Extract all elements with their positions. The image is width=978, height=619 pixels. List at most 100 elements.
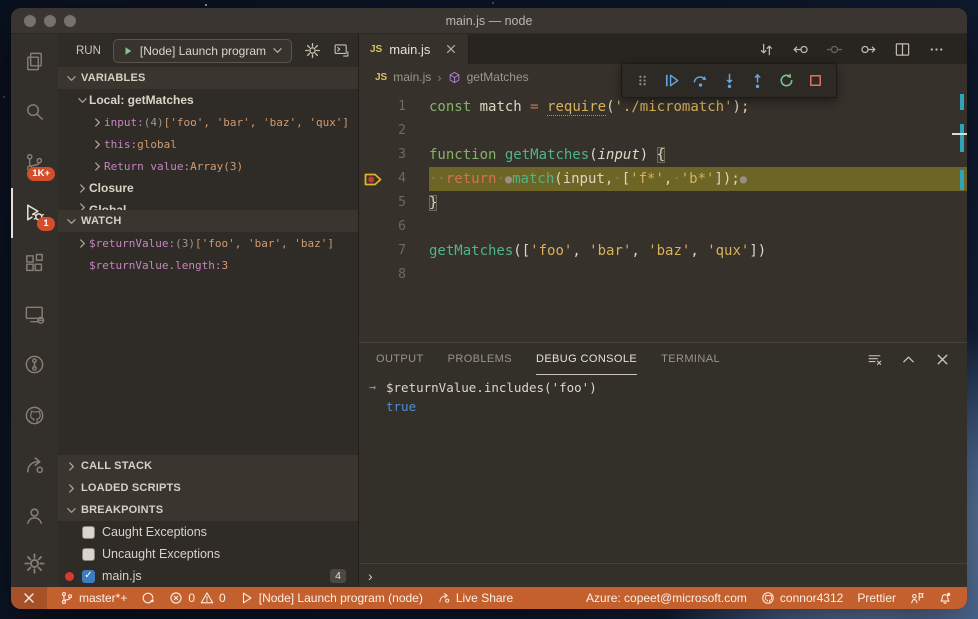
panel-tab-output[interactable]: OUTPUT <box>376 343 424 375</box>
settings-gear-icon[interactable] <box>304 42 321 59</box>
status-item-github-account[interactable]: connor4312 <box>754 587 850 609</box>
variables-tree: Local: getMatches input: (4) ['foo', 'bar… <box>58 89 358 210</box>
launch-config-dropdown[interactable]: [Node] Launch program <box>112 38 292 63</box>
restart-button[interactable] <box>778 72 795 89</box>
close-window-button[interactable] <box>24 14 36 27</box>
status-item-git-branch[interactable]: master*+ <box>53 587 134 609</box>
status-item-sync[interactable] <box>134 587 162 609</box>
run-bar: RUN [Node] Launch program <box>58 34 358 67</box>
scope-label: Local: getMatches <box>89 93 194 107</box>
variable-row[interactable]: this: global <box>58 133 358 155</box>
breakpoint-row[interactable]: Caught Exceptions <box>58 521 358 543</box>
close-icon[interactable] <box>935 352 950 367</box>
variable-row[interactable]: Global <box>58 199 358 210</box>
panel-tab-bar: OUTPUT PROBLEMS DEBUG CONSOLE TERMINAL <box>359 343 967 375</box>
split-editor-icon[interactable] <box>894 41 911 58</box>
launch-config-label: [Node] Launch program <box>139 43 266 58</box>
variable-value: 3 <box>221 258 229 272</box>
compare-changes-icon[interactable] <box>758 41 775 58</box>
line-gutter[interactable]: 5 <box>359 191 429 215</box>
breadcrumb-file[interactable]: main.js <box>393 70 431 84</box>
breadcrumb-symbol[interactable]: getMatches <box>467 70 529 84</box>
chevron-up-icon[interactable] <box>901 352 916 367</box>
zoom-window-button[interactable] <box>64 14 76 27</box>
activity-item-remote-explorer[interactable] <box>11 289 58 340</box>
current-change-icon[interactable] <box>826 41 843 58</box>
code-editor[interactable]: 1 const match = require('./micromatch'); 2… <box>359 90 967 342</box>
line-gutter[interactable]: 7 <box>359 239 429 263</box>
step-out-button[interactable] <box>749 72 766 89</box>
panel-tab-problems[interactable]: PROBLEMS <box>448 343 512 375</box>
loaded-scripts-section-header[interactable]: LOADED SCRIPTS <box>58 477 358 499</box>
previous-change-icon[interactable] <box>792 41 809 58</box>
variable-row[interactable]: Return value: Array(3) <box>58 155 358 177</box>
activity-item-extensions[interactable] <box>11 238 58 289</box>
line-gutter[interactable]: 2 <box>359 119 429 143</box>
panel-tab-debug-console[interactable]: DEBUG CONSOLE <box>535 343 638 375</box>
activity-item-search[interactable] <box>11 87 58 138</box>
watch-section-header[interactable]: WATCH <box>58 210 358 232</box>
minimize-window-button[interactable] <box>44 14 56 27</box>
clear-console-icon[interactable] <box>867 352 882 367</box>
overview-ruler-mark <box>960 94 964 110</box>
watch-expression-row[interactable]: $returnValue: (3) ['foo', 'bar', 'baz'] <box>58 232 358 254</box>
status-item-notifications[interactable] <box>931 587 959 609</box>
panel-tab-terminal[interactable]: TERMINAL <box>661 343 720 375</box>
step-into-button[interactable] <box>721 72 738 89</box>
stop-button[interactable] <box>807 72 824 89</box>
debug-console-input[interactable]: › <box>359 563 967 587</box>
status-item-live-share[interactable]: Live Share <box>430 587 520 609</box>
breakpoints-section-header[interactable]: BREAKPOINTS <box>58 499 358 521</box>
watch-expression-row[interactable]: $returnValue.length: 3 <box>58 254 358 276</box>
activity-item-gitlens[interactable] <box>11 339 58 390</box>
breakpoint-row[interactable]: Uncaught Exceptions <box>58 543 358 565</box>
checkbox-unchecked[interactable] <box>82 547 95 561</box>
next-change-icon[interactable] <box>860 41 877 58</box>
code-line: 6 <box>359 215 967 239</box>
scrollbar-slider[interactable] <box>952 133 967 135</box>
line-gutter[interactable]: 8 <box>359 263 429 287</box>
variable-row[interactable]: Closure <box>58 177 358 199</box>
console-prompt-arrow-icon: → <box>368 380 377 394</box>
variable-count: (3) <box>175 236 195 250</box>
activity-item-live-share[interactable] <box>11 441 58 492</box>
checkbox-unchecked[interactable] <box>82 525 95 539</box>
debug-console-output[interactable]: → $returnValue.includes('foo') true <box>359 375 967 563</box>
start-debug-icon[interactable] <box>123 46 133 56</box>
variables-section-header[interactable]: VARIABLES <box>58 67 358 89</box>
continue-button[interactable] <box>663 72 680 89</box>
console-input-row: → $returnValue.includes('foo') <box>359 378 967 397</box>
status-item-debug-launch[interactable]: [Node] Launch program (node) <box>233 587 430 609</box>
title-bar[interactable]: main.js — node <box>11 8 967 34</box>
activity-item-settings[interactable] <box>11 539 58 587</box>
step-over-button[interactable] <box>692 72 709 89</box>
line-gutter[interactable]: 1 <box>359 95 429 119</box>
variable-row[interactable]: Local: getMatches <box>58 89 358 111</box>
status-item-prettier[interactable]: Prettier <box>850 587 903 609</box>
activity-item-run-and-debug[interactable]: 1 <box>11 187 58 239</box>
line-gutter[interactable]: 6 <box>359 215 429 239</box>
tab-main-js[interactable]: JS main.js <box>359 34 470 64</box>
variable-row[interactable]: input: (4) ['foo', 'bar', 'baz', 'qux'] <box>58 111 358 133</box>
status-item-azure-account[interactable]: Azure: copeet@microsoft.com <box>579 587 754 609</box>
chevron-right-icon <box>65 461 77 471</box>
debug-console-icon[interactable] <box>333 42 350 59</box>
close-tab-icon[interactable] <box>445 43 457 55</box>
activity-item-source-control[interactable]: 1K+ <box>11 137 58 188</box>
status-item-problems[interactable]: 00 <box>162 587 232 609</box>
loaded-scripts-title: LOADED SCRIPTS <box>81 482 181 494</box>
status-item-feedback[interactable] <box>903 587 931 609</box>
breakpoint-row[interactable]: ✓ main.js 4 <box>58 565 358 587</box>
status-item-remote-indicator[interactable] <box>11 587 47 609</box>
more-icon[interactable] <box>928 41 945 58</box>
line-gutter[interactable]: 3 <box>359 143 429 167</box>
line-gutter[interactable]: 4 <box>359 167 429 191</box>
activity-item-explorer[interactable] <box>11 36 58 87</box>
code-line: 2 <box>359 119 967 143</box>
activity-item-accounts[interactable] <box>11 491 58 539</box>
code-line: 8 <box>359 263 967 287</box>
checkbox-checked[interactable]: ✓ <box>82 569 95 583</box>
activity-item-github[interactable] <box>11 390 58 441</box>
call-stack-section-header[interactable]: CALL STACK <box>58 455 358 477</box>
